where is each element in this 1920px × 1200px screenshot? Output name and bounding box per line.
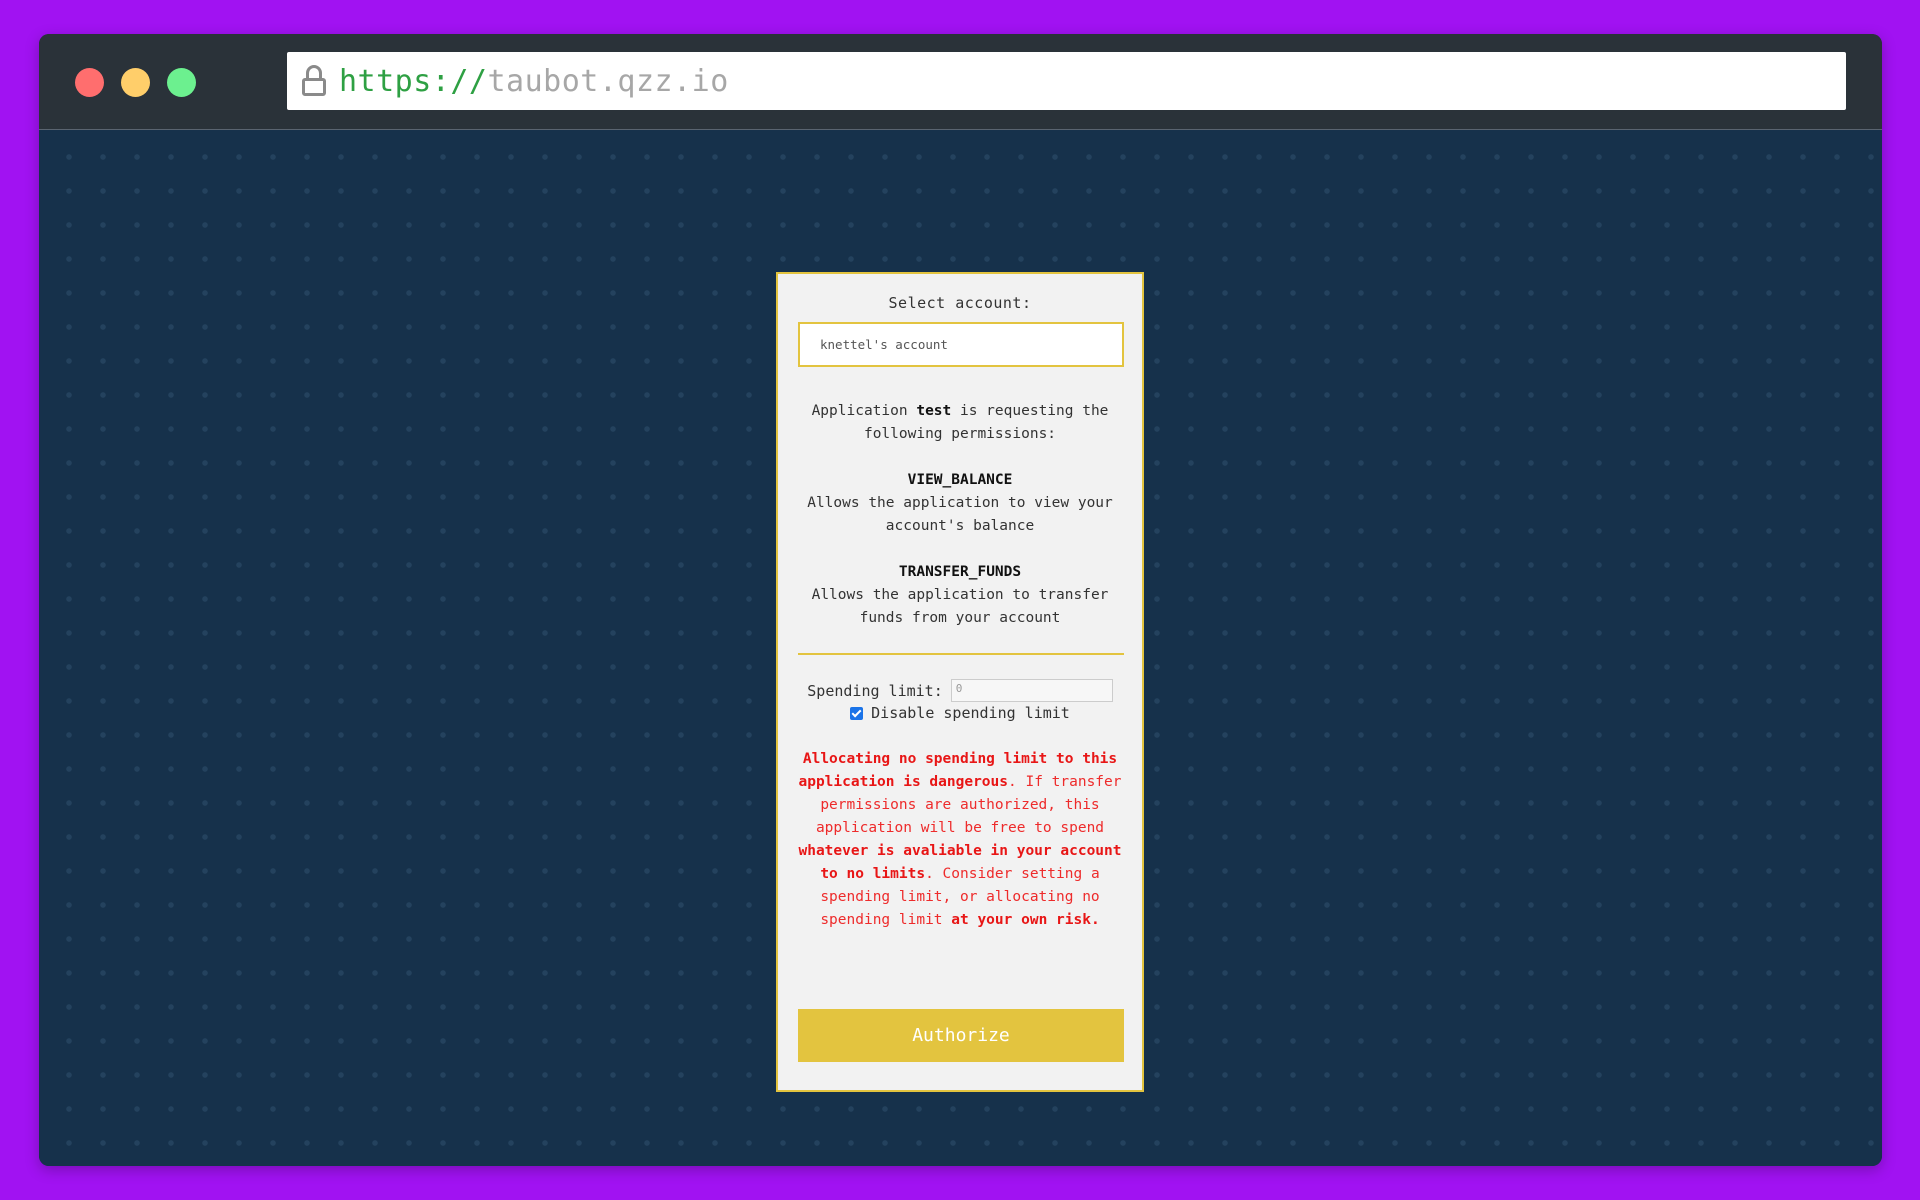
url-host: taubot.qzz.io bbox=[487, 63, 729, 99]
browser-window: https://taubot.qzz.io Select account: kn… bbox=[39, 34, 1882, 1166]
permission-description: Allows the application to transfer funds… bbox=[811, 587, 1109, 626]
spending-limit-placeholder: 0 bbox=[955, 682, 963, 695]
account-select[interactable]: knettel's account bbox=[798, 322, 1124, 367]
warning-text: Allocating no spending limit to this app… bbox=[798, 748, 1122, 932]
permission-item: TRANSFER_FUNDS Allows the application to… bbox=[798, 561, 1122, 630]
application-name: test bbox=[916, 403, 952, 419]
spending-limit-row: Spending limit: 0 bbox=[798, 679, 1122, 702]
maximize-window-button[interactable] bbox=[167, 68, 196, 97]
minimize-window-button[interactable] bbox=[121, 68, 150, 97]
warning-bold-5: at your own risk. bbox=[951, 912, 1100, 928]
permission-request-text: Application test is requesting the follo… bbox=[798, 400, 1122, 446]
permission-item: VIEW_BALANCE Allows the application to v… bbox=[798, 469, 1122, 538]
url-scheme: https:// bbox=[339, 63, 488, 99]
permission-name: VIEW_BALANCE bbox=[907, 472, 1013, 488]
close-window-button[interactable] bbox=[75, 68, 104, 97]
divider bbox=[798, 653, 1124, 655]
selected-account-value: knettel's account bbox=[820, 337, 948, 352]
select-account-label: Select account: bbox=[888, 294, 1032, 312]
authorization-card: Select account: knettel's account Applic… bbox=[776, 272, 1144, 1092]
address-bar[interactable]: https://taubot.qzz.io bbox=[287, 52, 1846, 110]
request-prefix: Application bbox=[811, 403, 917, 419]
page-content: Select account: knettel's account Applic… bbox=[39, 131, 1882, 1166]
spending-limit-input[interactable]: 0 bbox=[950, 679, 1113, 702]
lock-icon bbox=[301, 65, 327, 97]
browser-titlebar: https://taubot.qzz.io bbox=[39, 34, 1882, 130]
permission-name: TRANSFER_FUNDS bbox=[898, 564, 1022, 580]
url-text: https://taubot.qzz.io bbox=[339, 64, 729, 99]
disable-limit-row: Disable spending limit bbox=[798, 704, 1122, 722]
disable-limit-checkbox[interactable] bbox=[850, 706, 864, 720]
authorize-button[interactable]: Authorize bbox=[798, 1009, 1124, 1062]
disable-limit-label[interactable]: Disable spending limit bbox=[871, 704, 1070, 722]
spending-limit-label: Spending limit: bbox=[807, 681, 943, 700]
permission-description: Allows the application to view your acco… bbox=[807, 495, 1113, 534]
